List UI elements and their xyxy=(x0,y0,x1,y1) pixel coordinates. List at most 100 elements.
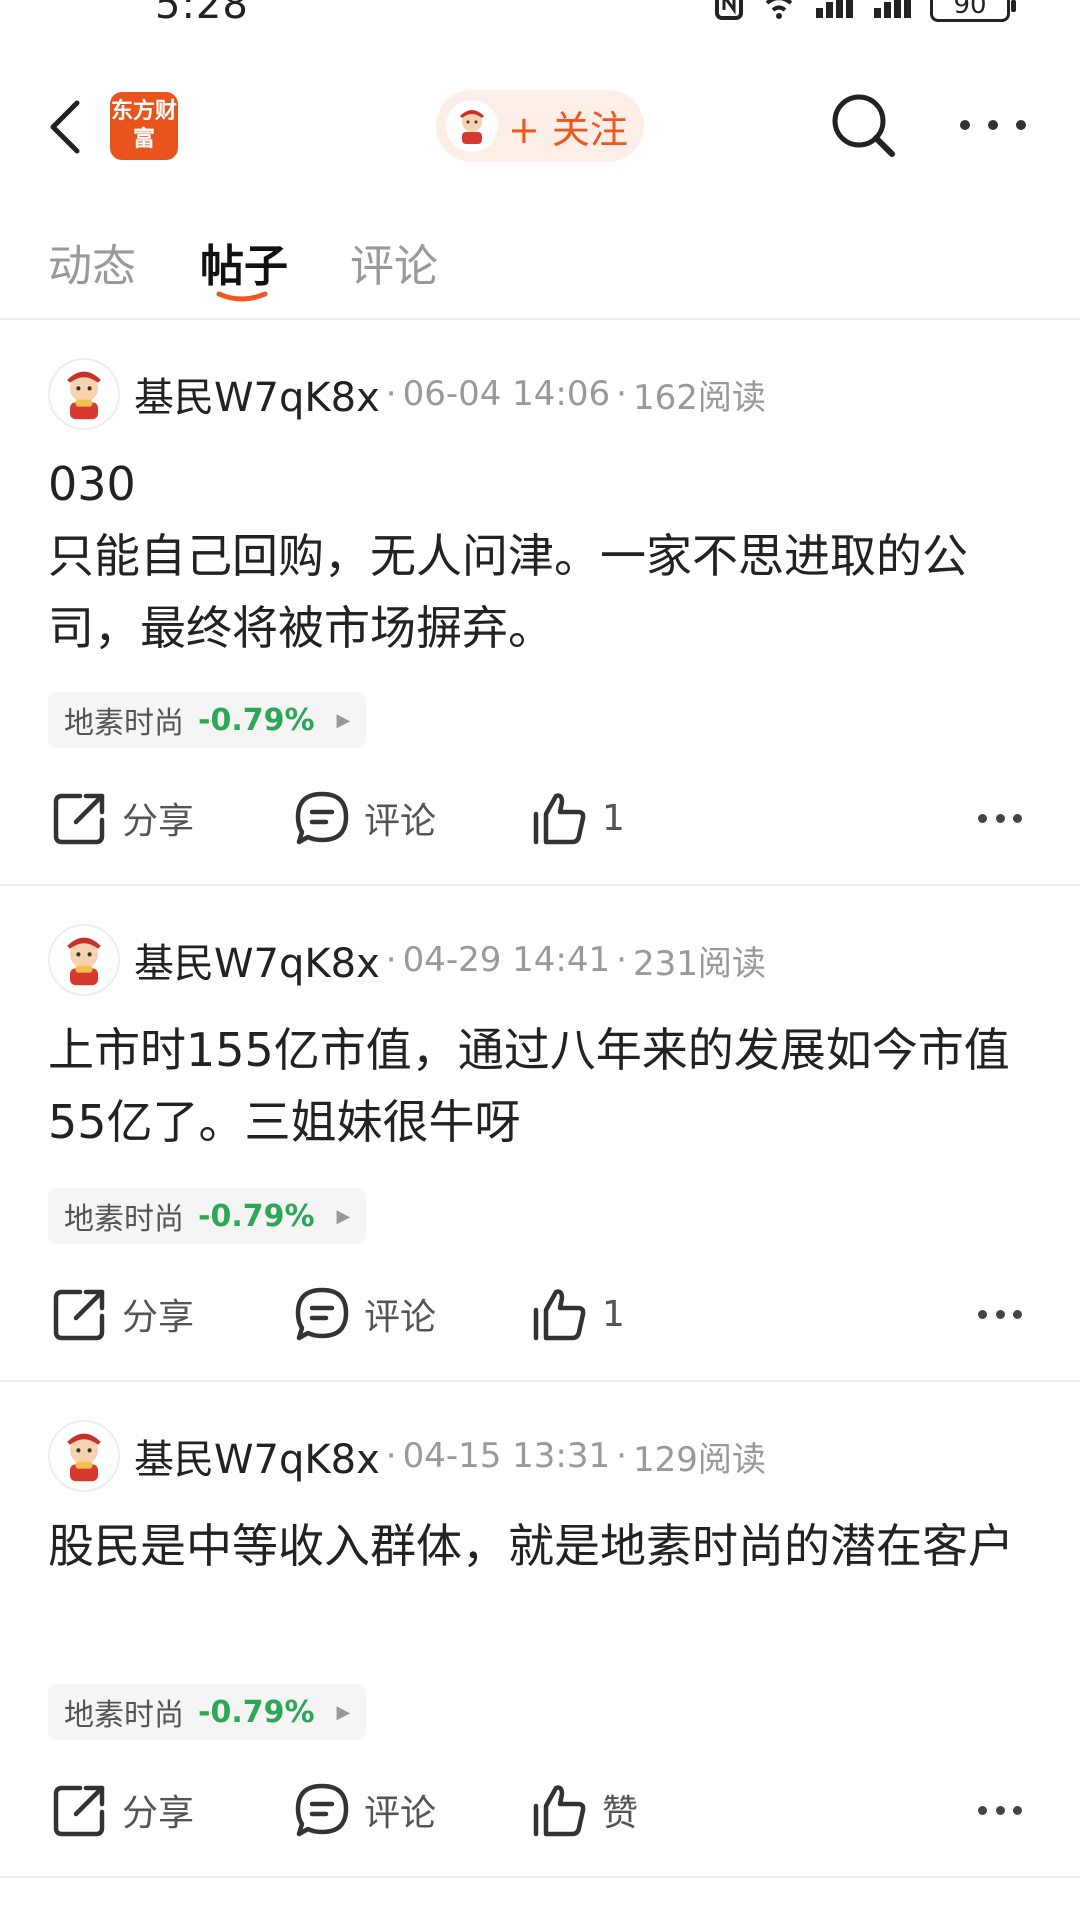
user-avatar xyxy=(446,100,498,152)
more-icon-dot xyxy=(1016,120,1026,130)
post-content[interactable]: 030 只能自己回购，无人问津。一家不思进取的公司，最终将被市场摒弃。 xyxy=(48,448,1038,664)
status-bar: 5:28 90 xyxy=(0,0,1080,40)
back-button[interactable] xyxy=(40,92,90,162)
nfc-icon xyxy=(714,0,744,24)
share-icon xyxy=(53,1289,105,1341)
more-icon-dot xyxy=(1013,814,1022,823)
like-icon xyxy=(533,793,586,845)
more-icon-dot xyxy=(1013,1310,1022,1319)
tab-dynamics[interactable]: 动态 xyxy=(48,230,136,294)
like-button[interactable]: 1 xyxy=(532,1274,625,1354)
post-header: 基民W7qK8x · 04-15 13:31 · 129阅读 xyxy=(48,1420,766,1492)
like-count: 1 xyxy=(602,797,625,839)
meta-separator: · xyxy=(616,940,627,980)
meta-separator: · xyxy=(616,374,627,414)
share-label: 分享 xyxy=(122,1793,195,1834)
stock-name: 地素时尚 xyxy=(64,1698,184,1733)
post-card[interactable]: 基民W7qK8x · 06-04 14:06 · 162阅读 030 只能自己回… xyxy=(0,322,1080,886)
like-icon xyxy=(533,1289,586,1341)
post-content[interactable]: 股民是中等收入群体，就是地素时尚的潜在客户 xyxy=(48,1510,1038,1582)
active-tab-indicator xyxy=(216,291,268,302)
share-button[interactable]: 分享 xyxy=(52,778,194,858)
post-time: 04-29 14:41 xyxy=(402,940,611,980)
post-actions: 分享 评论 1 xyxy=(0,1274,1080,1354)
post-content[interactable]: 上市时155亿市值，通过八年来的发展如今市值55亿了。三姐妹很牛呀 xyxy=(48,1014,1038,1158)
top-nav-bar: 东方财富 + 关注 xyxy=(0,60,1080,200)
follow-button[interactable]: + 关注 xyxy=(436,90,644,162)
post-more-button[interactable] xyxy=(978,1806,1022,1816)
comment-label: 评论 xyxy=(364,1297,437,1338)
like-button[interactable]: 赞 xyxy=(532,1770,638,1850)
search-button[interactable] xyxy=(828,90,898,160)
stock-tag[interactable]: 地素时尚 -0.79% ▶ xyxy=(48,692,367,748)
meta-separator: · xyxy=(385,1436,397,1476)
arrow-right-icon: ▶ xyxy=(336,1701,351,1723)
post-header: 基民W7qK8x · 06-04 14:06 · 162阅读 xyxy=(48,358,766,430)
share-icon xyxy=(53,793,105,845)
post-actions: 分享 评论 1 xyxy=(0,778,1080,858)
status-icons: 90 xyxy=(714,0,1016,24)
avatar[interactable] xyxy=(48,358,120,430)
username[interactable]: 基民W7qK8x xyxy=(134,931,380,989)
more-icon-dot xyxy=(988,120,998,130)
meta-separator: · xyxy=(385,940,397,980)
comment-icon xyxy=(295,791,349,845)
read-count: 231阅读 xyxy=(632,943,766,984)
like-label: 赞 xyxy=(602,1793,639,1834)
arrow-right-icon: ▶ xyxy=(336,709,351,731)
stock-name: 地素时尚 xyxy=(64,706,184,741)
comment-label: 评论 xyxy=(364,801,437,842)
post-actions: 分享 评论 赞 xyxy=(0,1770,1080,1850)
post-more-button[interactable] xyxy=(978,814,1022,824)
share-button[interactable]: 分享 xyxy=(52,1770,194,1850)
stock-tag[interactable]: 地素时尚 -0.79% ▶ xyxy=(48,1684,367,1740)
tab-comments[interactable]: 评论 xyxy=(350,230,438,294)
read-count: 129阅读 xyxy=(632,1439,766,1480)
share-label: 分享 xyxy=(122,801,195,842)
signal-icon-2 xyxy=(872,0,916,24)
post-more-button[interactable] xyxy=(978,1310,1022,1320)
tab-posts[interactable]: 帖子 xyxy=(200,230,288,294)
post-header: 基民W7qK8x · 04-29 14:41 · 231阅读 xyxy=(48,924,766,996)
more-icon-dot xyxy=(960,120,970,130)
wifi-icon xyxy=(758,0,800,24)
more-icon-dot xyxy=(978,814,987,823)
read-count: 162阅读 xyxy=(632,377,766,418)
search-icon xyxy=(832,94,895,157)
post-card[interactable]: 基民W7qK8x · 04-15 13:31 · 129阅读 股民是中等收入群体… xyxy=(0,1384,1080,1878)
more-icon-dot xyxy=(995,814,1005,823)
more-icon-dot xyxy=(995,1806,1005,1815)
app-logo: 东方财富 xyxy=(110,92,178,160)
comment-button[interactable]: 评论 xyxy=(294,778,436,858)
signal-icon xyxy=(814,0,858,24)
comment-button[interactable]: 评论 xyxy=(294,1274,436,1354)
avatar[interactable] xyxy=(48,1420,120,1492)
like-icon xyxy=(533,1785,586,1837)
stock-tag[interactable]: 地素时尚 -0.79% ▶ xyxy=(48,1188,367,1244)
follow-label: + 关注 xyxy=(508,107,628,152)
comment-icon xyxy=(295,1287,349,1341)
like-count: 1 xyxy=(602,1293,625,1335)
share-icon xyxy=(53,1785,105,1837)
more-icon-dot xyxy=(995,1310,1005,1319)
stock-name: 地素时尚 xyxy=(64,1202,184,1237)
username[interactable]: 基民W7qK8x xyxy=(134,365,380,423)
stock-change: -0.79% xyxy=(198,702,315,738)
more-menu-button[interactable] xyxy=(960,100,1026,150)
arrow-right-icon: ▶ xyxy=(336,1205,351,1227)
stock-change: -0.79% xyxy=(198,1198,315,1234)
post-time: 06-04 14:06 xyxy=(402,374,611,414)
stock-change: -0.79% xyxy=(198,1694,315,1730)
like-button[interactable]: 1 xyxy=(532,778,625,858)
avatar[interactable] xyxy=(48,924,120,996)
share-button[interactable]: 分享 xyxy=(52,1274,194,1354)
profile-tabs: 动态 帖子 评论 xyxy=(0,220,1080,320)
post-card[interactable]: 基民W7qK8x · 04-29 14:41 · 231阅读 上市时155亿市值… xyxy=(0,888,1080,1382)
username[interactable]: 基民W7qK8x xyxy=(134,1427,380,1485)
comment-button[interactable]: 评论 xyxy=(294,1770,436,1850)
comment-label: 评论 xyxy=(364,1793,437,1834)
meta-separator: · xyxy=(385,374,397,414)
back-icon xyxy=(50,100,80,154)
more-icon-dot xyxy=(978,1806,987,1815)
share-label: 分享 xyxy=(122,1297,195,1338)
